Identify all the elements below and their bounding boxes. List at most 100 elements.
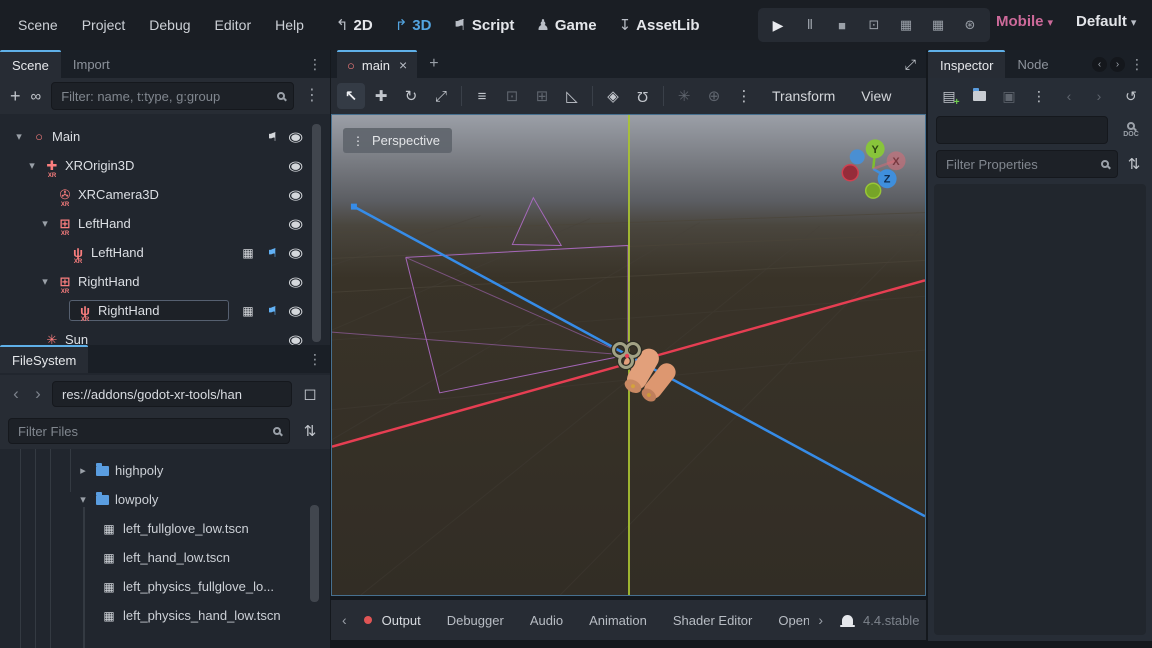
workspace-3d-button[interactable]: ↱ 3D [387, 10, 440, 40]
inspector-menu-icon[interactable]: ⋮ [1125, 57, 1152, 71]
rotate-mode-button[interactable]: ↻ [397, 87, 425, 105]
chevron-down-icon[interactable]: ▾ [38, 275, 52, 288]
lock-button[interactable]: ⊡ [498, 87, 526, 105]
play-button[interactable]: ▶ [766, 17, 790, 34]
tree-row-sun[interactable]: ✳ Sun ◉ [0, 325, 330, 345]
close-icon[interactable]: × [399, 57, 407, 73]
open-docs-button[interactable]: DOC [1116, 116, 1146, 144]
expand-viewport-icon[interactable]: ⤢ [895, 50, 926, 78]
workspace-script-button[interactable]: ⚑ Script [445, 10, 522, 40]
renderer-dropdown[interactable]: Default▾ [1076, 13, 1136, 30]
scene-dock-menu-icon[interactable]: ⋮ [308, 57, 330, 71]
view-menu[interactable]: View [849, 88, 903, 104]
tree-row-main[interactable]: ▾ ○ Main ⚑ ◉ [0, 122, 330, 151]
move-mode-button[interactable]: ✚ [367, 87, 395, 105]
tree-row-lefthand-controller[interactable]: ▾ ⊞XR LeftHand ◉ [0, 209, 330, 238]
path-field[interactable] [52, 381, 292, 407]
chevron-down-icon[interactable]: ▾ [38, 217, 52, 230]
perspective-menu-button[interactable]: ⋮ Perspective [343, 128, 452, 153]
scroll-left-icon[interactable]: ‹ [337, 612, 352, 628]
tree-row-righthand-model[interactable]: ψXR RightHand ▦ ⚑ ◉ [0, 296, 330, 325]
tree-row-lefthand-model[interactable]: ψXR LeftHand ▦ ⚑ ◉ [0, 238, 330, 267]
remote-debug-button[interactable]: ⊡ [862, 17, 886, 33]
eye-icon[interactable]: ◉ [286, 129, 306, 145]
eye-icon[interactable]: ◉ [286, 187, 306, 203]
tree-row-xrcamera3d[interactable]: ✇XR XRCamera3D ◉ [0, 180, 330, 209]
chevron-down-icon[interactable]: ▾ [25, 159, 39, 172]
eye-icon[interactable]: ◉ [286, 303, 306, 319]
object-history-icon[interactable]: ↺ [1116, 88, 1146, 105]
eye-icon[interactable]: ◉ [286, 158, 306, 174]
menu-project[interactable]: Project [72, 11, 136, 39]
extra-options-icon[interactable]: ⋮ [730, 87, 758, 105]
instantiate-scene-button[interactable]: ∞ [31, 88, 42, 105]
scene-filter-input[interactable] [51, 82, 294, 110]
sort-files-icon[interactable]: ⇅ [298, 422, 322, 440]
menu-help[interactable]: Help [265, 11, 314, 39]
workspace-game-button[interactable]: ♟ Game [528, 10, 604, 40]
script-icon[interactable]: ⚑ [262, 130, 282, 144]
new-scene-tab-button[interactable]: + [417, 50, 450, 78]
menu-debug[interactable]: Debug [139, 11, 200, 39]
new-resource-button[interactable]: ▤+ [934, 88, 964, 105]
save-resource-button[interactable]: ▣ [994, 88, 1024, 105]
select-mode-button[interactable]: ↖ [337, 83, 365, 109]
panel-openxr[interactable]: OpenXR [767, 613, 809, 628]
file-tree-scrollbar[interactable] [310, 505, 319, 602]
panel-animation[interactable]: Animation [578, 613, 658, 628]
pause-button[interactable]: Ⅱ [798, 17, 822, 33]
ruler-mode-button[interactable]: ◺ [558, 87, 586, 105]
property-tools-icon[interactable]: ⇅ [1124, 155, 1144, 173]
play-custom-scene-button[interactable]: ▦ [926, 17, 950, 33]
local-space-button[interactable]: ◈ [599, 87, 627, 105]
back-button[interactable]: ‹ [8, 384, 24, 404]
instanced-scene-icon[interactable]: ▦ [238, 304, 258, 318]
file-filter-input[interactable] [8, 418, 290, 444]
preview-environment-button[interactable]: ⊕ [700, 87, 728, 105]
edit-forward-icon[interactable]: › [1084, 88, 1114, 104]
scale-mode-button[interactable]: ⤢ [427, 88, 455, 105]
tab-import[interactable]: Import [61, 50, 122, 78]
workspace-assetlib-button[interactable]: ↧ AssetLib [611, 10, 708, 40]
transform-menu[interactable]: Transform [760, 88, 847, 104]
stop-button[interactable]: ■ [830, 18, 854, 33]
script-icon[interactable]: ⚑ [262, 246, 282, 260]
eye-icon[interactable]: ◉ [286, 216, 306, 232]
panel-shader-editor[interactable]: Shader Editor [662, 613, 764, 628]
3d-viewport[interactable]: X Y Z ⋮ Perspective [331, 114, 926, 596]
snap-button[interactable]: Ω [629, 88, 657, 105]
menu-editor[interactable]: Editor [205, 11, 262, 39]
chevron-down-icon[interactable]: ▾ [76, 493, 90, 506]
eye-icon[interactable]: ◉ [286, 332, 306, 346]
play-scene-button[interactable]: ▦ [894, 17, 918, 33]
menu-scene[interactable]: Scene [8, 11, 68, 39]
panel-audio[interactable]: Audio [519, 613, 574, 628]
eye-icon[interactable]: ◉ [286, 274, 306, 290]
notifications-bell-icon[interactable] [842, 615, 853, 625]
group-button[interactable]: ⊞ [528, 87, 556, 105]
split-view-button[interactable]: ◻ [298, 384, 322, 404]
run-profile-dropdown[interactable]: Mobile▾ [996, 13, 1053, 30]
preview-sunlight-button[interactable]: ✳ [670, 87, 698, 105]
script-icon[interactable]: ⚑ [262, 304, 282, 318]
scene-tree-menu-icon[interactable]: ⋮ [304, 88, 320, 104]
workspace-2d-button[interactable]: ↰ 2D [328, 10, 381, 40]
edit-back-icon[interactable]: ‹ [1054, 88, 1084, 104]
chevron-right-icon[interactable]: ▸ [76, 464, 90, 477]
scene-tree-scrollbar[interactable] [312, 124, 321, 342]
scene-tab-main[interactable]: ○ main × [337, 50, 417, 78]
chevron-down-icon[interactable]: ▾ [12, 130, 26, 143]
instanced-scene-icon[interactable]: ▦ [238, 246, 258, 260]
history-back-icon[interactable]: ‹ [1092, 57, 1107, 72]
forward-button[interactable]: › [30, 384, 46, 404]
tab-filesystem[interactable]: FileSystem [0, 345, 88, 373]
list-select-button[interactable]: ≡ [468, 88, 496, 105]
movie-maker-button[interactable]: ⊛ [958, 17, 982, 33]
add-node-button[interactable]: + [10, 86, 21, 107]
tab-node[interactable]: Node [1005, 50, 1060, 78]
property-filter-input[interactable] [936, 150, 1118, 178]
panel-debugger[interactable]: Debugger [436, 613, 515, 628]
scroll-right-icon[interactable]: › [813, 612, 828, 628]
panel-output[interactable]: Output [378, 613, 432, 628]
eye-icon[interactable]: ◉ [286, 245, 306, 261]
